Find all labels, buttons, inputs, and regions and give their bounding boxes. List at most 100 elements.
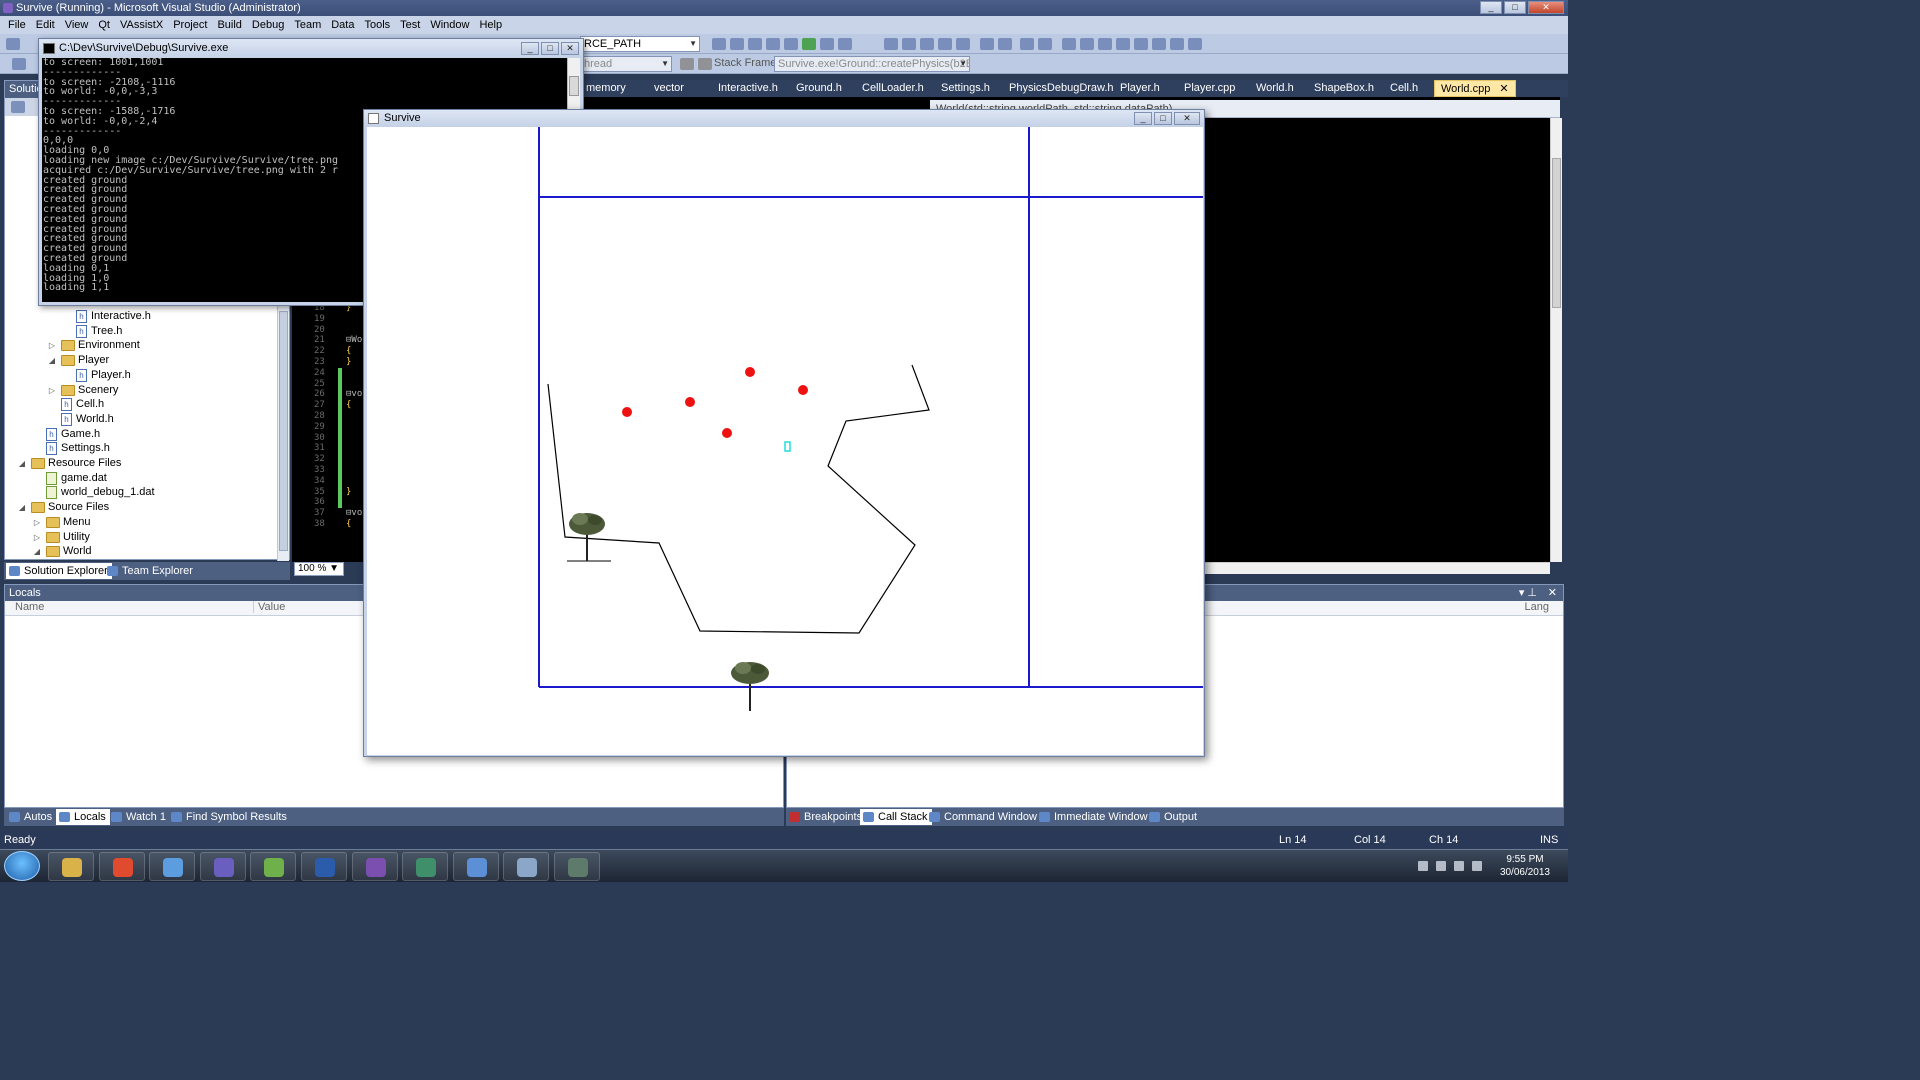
tree-item[interactable]: ◢ World	[32, 544, 92, 559]
filter-icon[interactable]	[680, 58, 694, 70]
taskbar-virtualbox-button[interactable]	[503, 852, 550, 881]
find-icon[interactable]	[712, 38, 726, 50]
tab-call-stack[interactable]: Call Stack	[860, 809, 932, 825]
tree-item[interactable]: ▷ Utility	[32, 530, 90, 545]
menu-qt[interactable]: Qt	[94, 19, 116, 31]
tree-item[interactable]: ▷ Scenery	[47, 383, 118, 398]
tab-solution-explorer[interactable]: Solution Explorer	[6, 563, 112, 579]
tab-immediate-window[interactable]: Immediate Window	[1036, 809, 1152, 825]
expander-icon[interactable]: ◢	[32, 544, 42, 559]
tab-world-cpp[interactable]: World.cpp ✕	[1434, 80, 1516, 97]
code-line[interactable]: {	[346, 400, 351, 410]
tree-item[interactable]: h Player.h	[62, 368, 131, 383]
tab-watch-1[interactable]: Watch 1	[108, 809, 170, 825]
cursor-icon[interactable]	[920, 38, 934, 50]
expander-icon[interactable]: ▷	[47, 383, 57, 398]
tab-ground-h[interactable]: Ground.h	[790, 80, 848, 97]
network-icon[interactable]	[1436, 861, 1446, 871]
outdent-icon[interactable]	[998, 38, 1012, 50]
paste-icon[interactable]	[748, 38, 762, 50]
expander-icon[interactable]: ▷	[47, 338, 57, 353]
restore-button[interactable]: □	[1504, 1, 1526, 14]
game-close-button[interactable]: ✕	[1174, 112, 1200, 125]
list-icon[interactable]	[980, 38, 994, 50]
taskbar-control-panel-button[interactable]	[452, 852, 499, 881]
stack-frame-combo[interactable]: Survive.exe!Ground::createPhysics(b2Body…	[774, 56, 970, 72]
close-button[interactable]: ✕	[1528, 1, 1564, 14]
tab-locals[interactable]: Locals	[56, 809, 110, 825]
comment-icon[interactable]	[1020, 38, 1034, 50]
expander-icon[interactable]: ◢	[47, 353, 57, 368]
tab-cellloader-h[interactable]: CellLoader.h	[856, 80, 930, 97]
close-tab-icon[interactable]: ✕	[1499, 83, 1508, 95]
code-line[interactable]: {	[346, 346, 351, 356]
menu-data[interactable]: Data	[327, 19, 360, 31]
step-icon[interactable]	[1170, 38, 1184, 50]
close-icon[interactable]: ✕	[1548, 585, 1557, 601]
menu-tools[interactable]: Tools	[360, 19, 396, 31]
bookmark-icon[interactable]	[1062, 38, 1076, 50]
tab-team-explorer[interactable]: Team Explorer	[104, 563, 197, 579]
tree-item[interactable]: ◢ Player	[47, 353, 109, 368]
show-hidden-icons-icon[interactable]	[1418, 861, 1428, 871]
tab-shapebox-h[interactable]: ShapeBox.h	[1308, 80, 1380, 97]
menu-view[interactable]: View	[61, 19, 95, 31]
solution-config-combo[interactable]: RCE_PATH ▼	[580, 36, 700, 52]
game-minimize-button[interactable]: _	[1134, 112, 1152, 125]
scrollbar-thumb[interactable]	[279, 311, 288, 551]
menu-build[interactable]: Build	[213, 19, 247, 31]
console-close-button[interactable]: ✕	[561, 42, 579, 55]
column-language[interactable]: Lang	[1525, 601, 1549, 613]
minimize-button[interactable]: _	[1480, 1, 1502, 14]
menu-vassistx[interactable]: VAssistX	[116, 19, 169, 31]
window-icon[interactable]	[1134, 38, 1148, 50]
table-icon[interactable]	[766, 38, 780, 50]
tree-icon[interactable]	[902, 38, 916, 50]
new-project-icon[interactable]	[6, 38, 20, 50]
taskbar-word-button[interactable]	[301, 852, 347, 881]
clear-bookmark-icon[interactable]	[1116, 38, 1130, 50]
editor-horizontal-scrollbar[interactable]	[1204, 562, 1550, 574]
volume-icon[interactable]	[1472, 861, 1482, 871]
tree-item[interactable]: ◢ Source Files	[17, 500, 109, 515]
tab-output[interactable]: Output	[1146, 809, 1201, 825]
next-bookmark-icon[interactable]	[1098, 38, 1112, 50]
game-viewport[interactable]	[367, 127, 1203, 755]
menu-debug[interactable]: Debug	[248, 19, 290, 31]
console-minimize-button[interactable]: _	[521, 42, 539, 55]
expander-icon[interactable]: ◢	[17, 456, 27, 471]
tab-interactive-h[interactable]: Interactive.h	[712, 80, 784, 97]
taskbar-game-window-button[interactable]	[554, 852, 600, 881]
properties-icon[interactable]	[11, 101, 25, 113]
tree-item[interactable]: ▷ Environment	[47, 338, 140, 353]
menu-help[interactable]: Help	[475, 19, 508, 31]
tree-item[interactable]: h Interactive.h	[62, 309, 151, 324]
code-line[interactable]: }	[346, 357, 351, 367]
menu-file[interactable]: File	[4, 19, 32, 31]
expander-icon[interactable]: ▷	[32, 515, 42, 530]
taskbar-clock[interactable]: 9:55 PM 30/06/2013	[1500, 853, 1550, 879]
taskbar-visual-studio-infinity-button[interactable]	[199, 852, 246, 881]
tree-item[interactable]: h Tree.h	[62, 324, 122, 339]
tab-settings-h[interactable]: Settings.h	[935, 80, 996, 97]
class-view-icon[interactable]	[884, 38, 898, 50]
tab-world-h[interactable]: World.h	[1250, 80, 1300, 97]
code-line[interactable]: ⊟vo	[346, 508, 362, 518]
taskbar-network-app-button[interactable]	[402, 852, 449, 881]
console-maximize-button[interactable]: □	[541, 42, 559, 55]
action-center-icon[interactable]	[1454, 861, 1464, 871]
console-title-bar[interactable]: C:\Dev\Survive\Debug\Survive.exe _ □ ✕	[39, 39, 583, 58]
tab-physicsdebugdraw-h[interactable]: PhysicsDebugDraw.h	[1003, 80, 1120, 97]
debug-window-icon[interactable]	[1152, 38, 1166, 50]
tree-item[interactable]: h Cell.h	[47, 397, 104, 412]
taskbar-eclipse-button[interactable]	[351, 852, 398, 881]
tab-player-cpp[interactable]: Player.cpp	[1178, 80, 1241, 97]
tab-vector[interactable]: vector	[648, 80, 690, 97]
tab-find-symbol-results[interactable]: Find Symbol Results	[168, 809, 291, 825]
menu-window[interactable]: Window	[426, 19, 475, 31]
tab-memory[interactable]: memory	[580, 80, 632, 97]
indent-icon[interactable]	[956, 38, 970, 50]
code-line[interactable]: ⊟vo	[346, 389, 362, 399]
window-position-icon[interactable]: ▾ ⊥	[1519, 585, 1537, 601]
zoom-combo[interactable]: 100 % ▼	[294, 562, 344, 576]
